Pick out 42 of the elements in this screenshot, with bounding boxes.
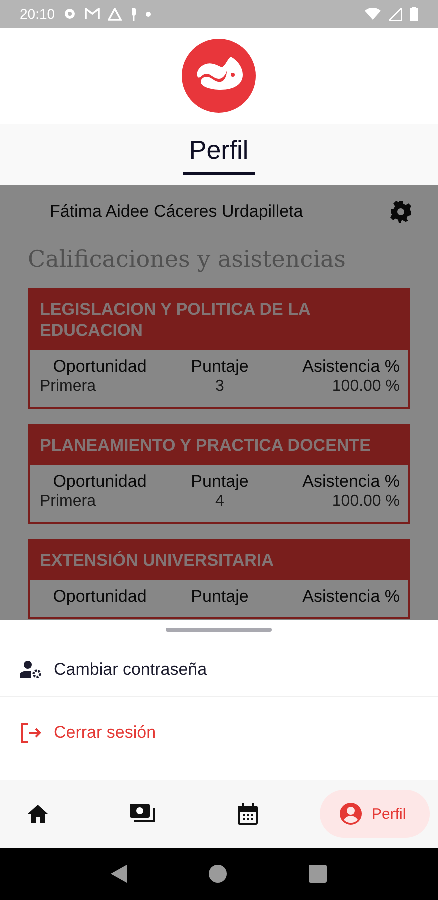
logo-icon: [181, 38, 257, 114]
nav-tab[interactable]: Perfil: [320, 790, 430, 838]
table-cell: 100.00 %: [332, 492, 400, 512]
column-header: Puntaje: [191, 587, 249, 607]
back-icon[interactable]: [111, 865, 127, 883]
column-header: Asistencia %: [302, 472, 400, 492]
column-header: Oportunidad: [53, 357, 147, 377]
calendar-icon: [238, 803, 258, 825]
drag-handle[interactable]: [166, 628, 272, 632]
logout-button[interactable]: Cerrar sesión: [0, 707, 438, 759]
triangle-icon: [108, 8, 122, 20]
money-icon: [130, 804, 156, 824]
course-title: EXTENSIÓN UNIVERSITARIA: [30, 541, 408, 580]
mic-icon: [130, 8, 138, 20]
home-icon: [28, 805, 48, 823]
table-cell: 3: [216, 377, 224, 397]
course-title: LEGISLACION Y POLITICA DE LA EDUCACION: [30, 290, 408, 350]
table-cell: Primera: [40, 492, 96, 512]
signal-icon: [389, 8, 402, 20]
column-header: Puntaje: [191, 357, 249, 377]
table-cell: 100.00 %: [332, 377, 400, 397]
tab[interactable]: Perfil: [183, 135, 255, 175]
user-icon: [340, 803, 362, 825]
column-header: Puntaje: [191, 472, 249, 492]
column-header: Oportunidad: [53, 472, 147, 492]
table-cell: 4: [216, 492, 224, 512]
logout-icon: [20, 723, 42, 743]
student-name: Fátima Aidee Cáceres Urdapilleta: [50, 202, 304, 222]
status-time: 20:10: [20, 6, 56, 22]
menu-item[interactable]: Cambiar contraseña: [0, 644, 438, 696]
user-gear-icon: [20, 661, 42, 679]
column-header: Oportunidad: [53, 587, 147, 607]
wifi-icon: [365, 8, 381, 20]
mail-icon: [85, 8, 100, 20]
dot-icon: [146, 12, 152, 16]
home-button-icon[interactable]: [209, 865, 227, 883]
settings-icon[interactable]: [390, 201, 412, 223]
battery-icon: [410, 7, 418, 21]
course-title: PLANEAMIENTO Y PRACTICA DOCENTE: [30, 426, 408, 465]
column-header: Asistencia %: [302, 587, 400, 607]
column-header: Asistencia %: [302, 357, 400, 377]
table-cell: Primera: [40, 377, 96, 397]
